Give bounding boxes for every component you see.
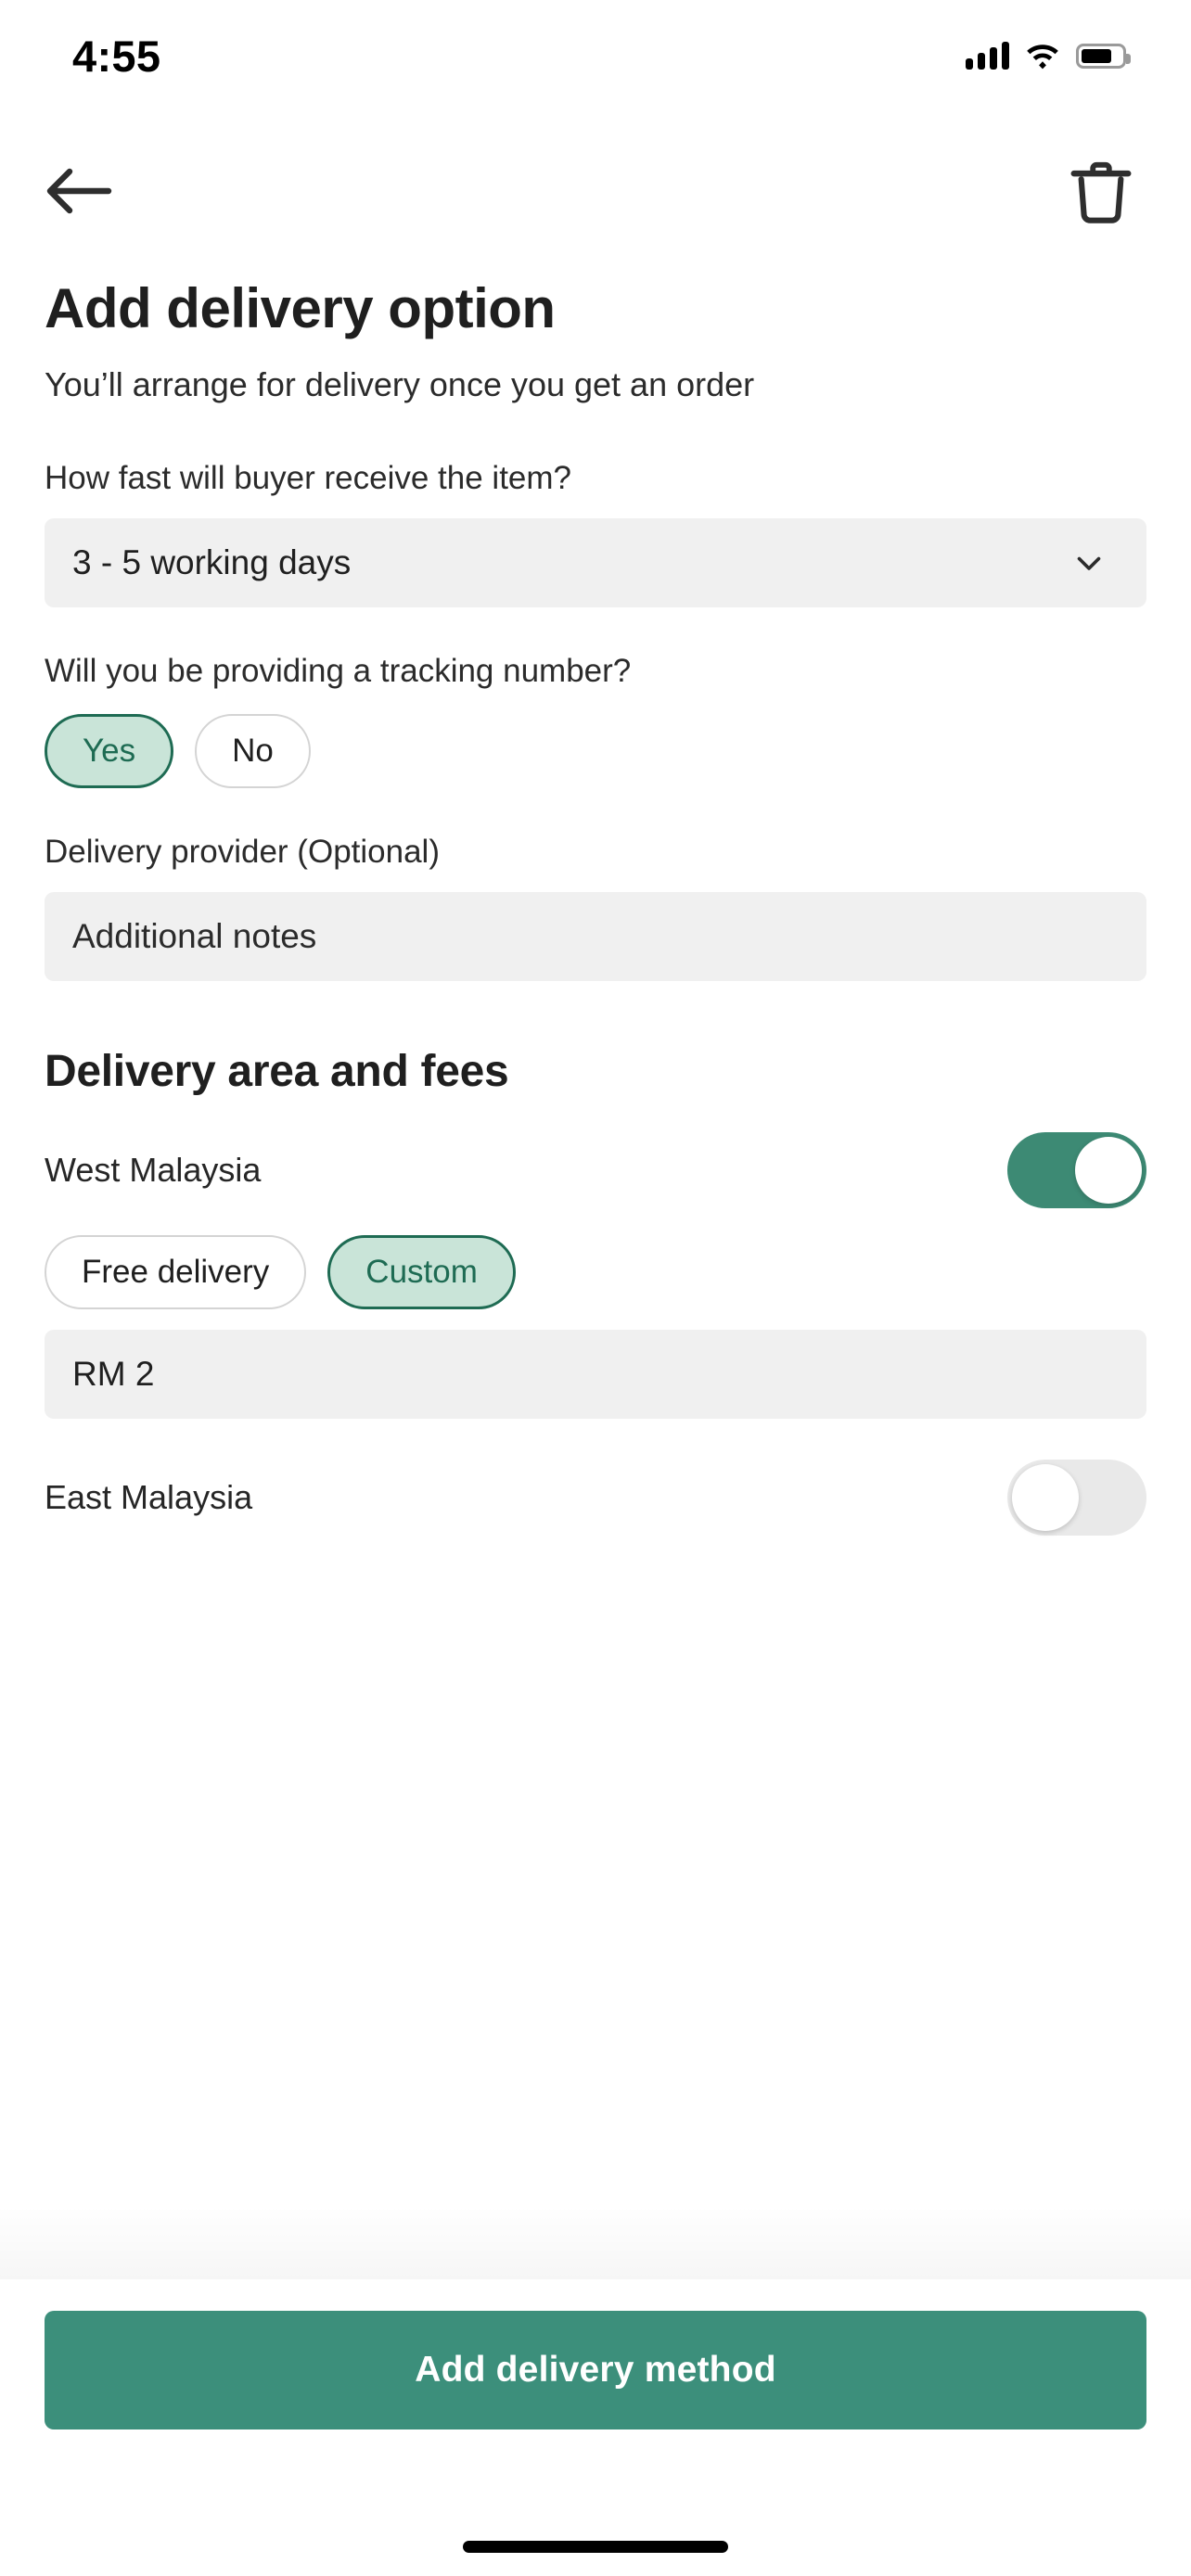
bottom-bar-shadow [0,2205,1191,2279]
add-delivery-method-button[interactable]: Add delivery method [45,2311,1146,2429]
fee-option-custom[interactable]: Custom [327,1235,516,1309]
toggle-knob [1075,1137,1142,1204]
main-content: Add delivery option You’ll arrange for d… [0,278,1191,1539]
page-title: Add delivery option [45,277,556,339]
back-button[interactable] [37,154,121,228]
wifi-icon [1027,45,1058,70]
status-time: 4:55 [72,31,161,81]
tracking-option-no[interactable]: No [195,714,311,788]
tracking-option-no-label: No [232,733,274,769]
delivery-provider-label: Delivery provider (Optional) [45,834,440,870]
delivery-speed-select[interactable]: 3 - 5 working days [45,518,1146,607]
toggle-knob [1012,1464,1079,1531]
tracking-option-yes[interactable]: Yes [45,714,174,788]
back-arrow-icon [46,168,112,214]
battery-icon [1076,43,1131,69]
west-malaysia-fee-input[interactable]: RM 2 [45,1330,1146,1419]
delivery-area-section-title: Delivery area and fees [45,1047,509,1096]
delivery-speed-label: How fast will buyer receive the item? [45,460,571,496]
fee-option-free-delivery-label: Free delivery [82,1254,270,1290]
chevron-down-icon [1077,556,1101,570]
region-name-east-malaysia: East Malaysia [45,1478,253,1516]
home-indicator [463,2541,728,2553]
region-row-east-malaysia: East Malaysia [45,1456,1146,1539]
region-toggle-west-malaysia[interactable] [1007,1132,1146,1208]
region-row-west-malaysia: West Malaysia [45,1129,1146,1212]
cellular-signal-icon [966,42,1009,70]
delivery-speed-value: 3 - 5 working days [72,543,352,581]
nav-bar [0,139,1191,241]
region-toggle-east-malaysia[interactable] [1007,1460,1146,1536]
delivery-provider-input[interactable]: Additional notes [45,892,1146,981]
status-bar: 4:55 [0,0,1191,111]
fee-option-free-delivery[interactable]: Free delivery [45,1235,307,1309]
tracking-number-label: Will you be providing a tracking number? [45,653,632,689]
trash-icon [1070,161,1132,223]
fee-option-custom-label: Custom [365,1254,478,1290]
status-icons [966,42,1131,70]
west-malaysia-fee-options: Free delivery Custom [45,1235,1146,1309]
bottom-action-bar: Add delivery method [0,2279,1191,2576]
delete-button[interactable] [1059,150,1143,234]
page-subtitle: You’ll arrange for delivery once you get… [45,365,755,403]
delivery-provider-placeholder: Additional notes [72,917,317,955]
tracking-number-options: Yes No [45,714,1146,788]
west-malaysia-fee-value: RM 2 [72,1355,155,1393]
tracking-option-yes-label: Yes [83,733,136,769]
region-name-west-malaysia: West Malaysia [45,1151,262,1189]
